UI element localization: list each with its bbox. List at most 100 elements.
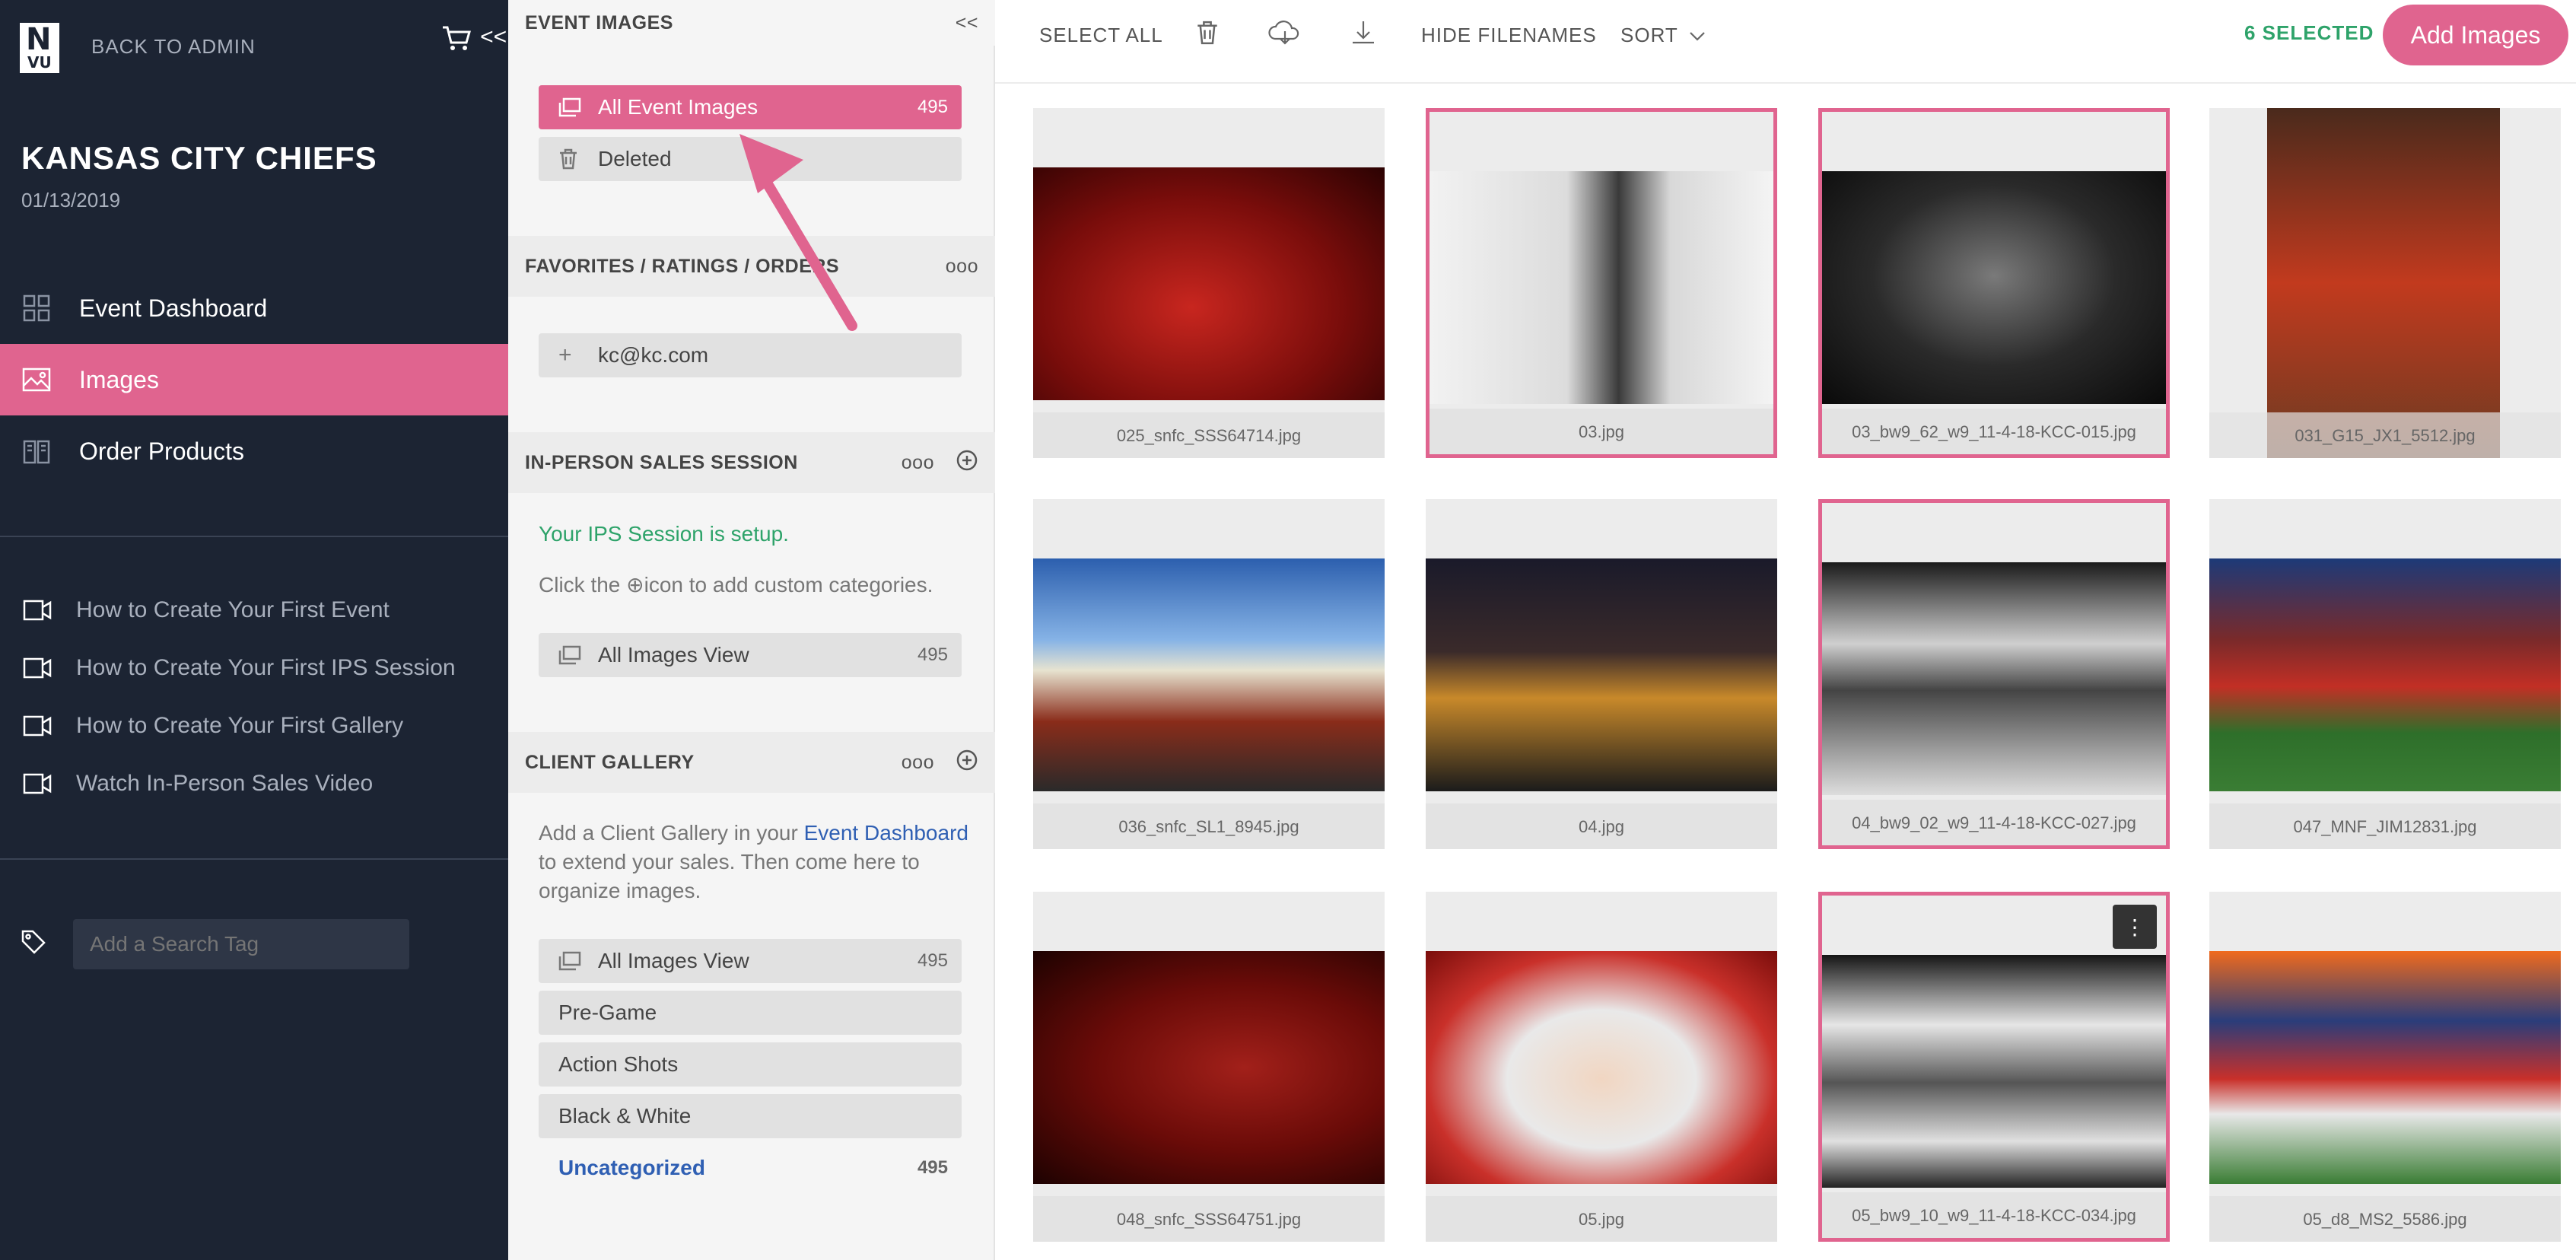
sort-dropdown[interactable]: SORT: [1620, 21, 1706, 49]
event-title: KANSAS CITY CHIEFS: [21, 140, 377, 176]
help-video-link[interactable]: How to Create Your First Event: [0, 587, 508, 633]
dashboard-grid-icon: [21, 293, 52, 323]
gallery-description: Add a Client Gallery in your Event Dashb…: [539, 821, 968, 902]
delete-button[interactable]: [1196, 21, 1219, 49]
plus-icon: +: [558, 342, 572, 368]
help-video-link[interactable]: How to Create Your First IPS Session: [0, 645, 508, 691]
image-filename: 05_bw9_10_w9_11-4-18-KCC-034.jpg: [1852, 1206, 2136, 1225]
image-thumbnail[interactable]: [2209, 558, 2561, 791]
image-icon: [21, 364, 52, 395]
chevron-down-icon: [1689, 24, 1706, 47]
help-video-link[interactable]: How to Create Your First Gallery: [0, 703, 508, 749]
help-video-link[interactable]: Watch In-Person Sales Video: [0, 761, 508, 807]
more-vertical-icon[interactable]: ⋮: [2113, 905, 2157, 949]
more-options-button[interactable]: ooo: [902, 452, 934, 474]
image-thumbnail[interactable]: [1822, 955, 2166, 1188]
add-category-icon[interactable]: [956, 449, 978, 477]
gallery-category-item[interactable]: Black & White: [539, 1094, 962, 1138]
ips-all-images-view[interactable]: All Images View 495: [539, 633, 962, 677]
image-thumbnail[interactable]: [1033, 558, 1385, 791]
gallery-category-item[interactable]: Action Shots: [539, 1042, 962, 1087]
hide-filenames-button[interactable]: HIDE FILENAMES: [1421, 21, 1597, 49]
back-to-admin-link[interactable]: BACK TO ADMIN: [91, 35, 256, 59]
gallery-category-item[interactable]: Pre-Game: [539, 991, 962, 1035]
divider: [0, 536, 508, 537]
image-thumbnail[interactable]: [1033, 951, 1385, 1184]
select-all-button[interactable]: SELECT ALL: [1039, 21, 1163, 49]
filter-label: All Event Images: [598, 95, 758, 119]
plus-circle-icon: ⊕: [626, 573, 644, 597]
cart-collapse-button[interactable]: <<: [441, 24, 507, 59]
image-card[interactable]: 031_G15_JX1_5512.jpg: [2209, 108, 2561, 458]
image-grid: 025_snfc_SSS64714.jpg 03.jpg 03_bw9_62_w…: [995, 84, 2576, 1260]
image-card[interactable]: ⋮ 05_bw9_10_w9_11-4-18-KCC-034.jpg: [1818, 892, 2170, 1242]
image-card[interactable]: 025_snfc_SSS64714.jpg: [1033, 108, 1385, 458]
image-filename: 047_MNF_JIM12831.jpg: [2293, 817, 2477, 836]
nav-label: Event Dashboard: [79, 294, 268, 322]
image-thumbnail[interactable]: [1430, 171, 1773, 404]
nav-event-dashboard[interactable]: Event Dashboard: [0, 272, 508, 344]
video-icon: [23, 714, 55, 738]
event-dashboard-link[interactable]: Event Dashboard: [804, 821, 968, 845]
favorites-user-item[interactable]: + kc@kc.com: [539, 333, 962, 377]
gallery-all-images-view[interactable]: All Images View 495: [539, 939, 962, 983]
image-toolbar: SELECT ALL HIDE FILENAMES SORT 6 SELECTE…: [995, 0, 2576, 84]
image-card[interactable]: 04_bw9_02_w9_11-4-18-KCC-027.jpg: [1818, 499, 2170, 849]
annotation-arrow: [739, 134, 857, 331]
user-email: kc@kc.com: [598, 343, 709, 367]
uncategorized-item[interactable]: Uncategorized 495: [539, 1146, 962, 1190]
image-card[interactable]: 036_snfc_SL1_8945.jpg: [1033, 499, 1385, 849]
nav-images[interactable]: Images: [0, 344, 508, 415]
section-title: CLIENT GALLERY: [525, 751, 695, 773]
image-card[interactable]: 04.jpg: [1426, 499, 1777, 849]
image-thumbnail[interactable]: [1426, 558, 1777, 791]
trash-icon: [558, 148, 584, 170]
download-button[interactable]: [1351, 21, 1375, 49]
image-card[interactable]: 047_MNF_JIM12831.jpg: [2209, 499, 2561, 849]
image-card[interactable]: 03_bw9_62_w9_11-4-18-KCC-015.jpg: [1818, 108, 2170, 458]
image-card[interactable]: 048_snfc_SSS64751.jpg: [1033, 892, 1385, 1242]
search-tag-input[interactable]: [73, 919, 409, 969]
help-label: How to Create Your First Event: [76, 597, 390, 622]
help-label: How to Create Your First Gallery: [76, 713, 404, 738]
image-card[interactable]: 05_d8_MS2_5586.jpg: [2209, 892, 2561, 1242]
cart-icon: [441, 25, 480, 59]
nav-label: Order Products: [79, 437, 244, 465]
image-filename: 025_snfc_SSS64714.jpg: [1116, 426, 1302, 445]
filter-label: Deleted: [598, 147, 672, 170]
image-filename: 04.jpg: [1579, 817, 1624, 836]
image-thumbnail[interactable]: [1822, 171, 2166, 404]
image-card[interactable]: 03.jpg: [1426, 108, 1777, 458]
image-card[interactable]: 05.jpg: [1426, 892, 1777, 1242]
collapse-panel-button[interactable]: <<: [956, 12, 978, 34]
image-thumbnail[interactable]: [2267, 108, 2500, 458]
nav-order-products[interactable]: Order Products: [0, 415, 508, 487]
image-filename: 048_snfc_SSS64751.jpg: [1116, 1210, 1302, 1229]
category-label: Action Shots: [558, 1052, 679, 1076]
image-filename: 05_d8_MS2_5586.jpg: [2303, 1210, 2467, 1229]
filter-label: All Images View: [598, 949, 749, 972]
image-thumbnail[interactable]: [2209, 951, 2561, 1184]
all-event-images-filter[interactable]: All Event Images 495: [539, 85, 962, 129]
image-thumbnail[interactable]: [1033, 167, 1385, 400]
more-options-button[interactable]: ooo: [946, 256, 978, 278]
section-title: IN-PERSON SALES SESSION: [525, 451, 798, 473]
image-count: 495: [917, 644, 948, 665]
images-stack-icon: [558, 97, 584, 117]
image-count: 495: [917, 1157, 948, 1178]
image-filename: 05.jpg: [1579, 1210, 1624, 1229]
image-thumbnail[interactable]: [1426, 951, 1777, 1184]
app-logo[interactable]: N VU: [20, 23, 59, 73]
add-category-icon[interactable]: [956, 749, 978, 777]
image-thumbnail[interactable]: [1822, 562, 2166, 795]
video-icon: [23, 598, 55, 622]
more-options-button[interactable]: ooo: [902, 752, 934, 774]
video-icon: [23, 656, 55, 680]
nav-label: Images: [79, 365, 159, 393]
help-label: How to Create Your First IPS Session: [76, 655, 456, 680]
add-images-button[interactable]: Add Images: [2383, 5, 2568, 65]
image-filename: 031_G15_JX1_5512.jpg: [2295, 426, 2476, 445]
collapse-label: <<: [480, 24, 507, 49]
image-filename: 04_bw9_02_w9_11-4-18-KCC-027.jpg: [1852, 813, 2136, 832]
cloud-sync-button[interactable]: [1267, 20, 1302, 49]
